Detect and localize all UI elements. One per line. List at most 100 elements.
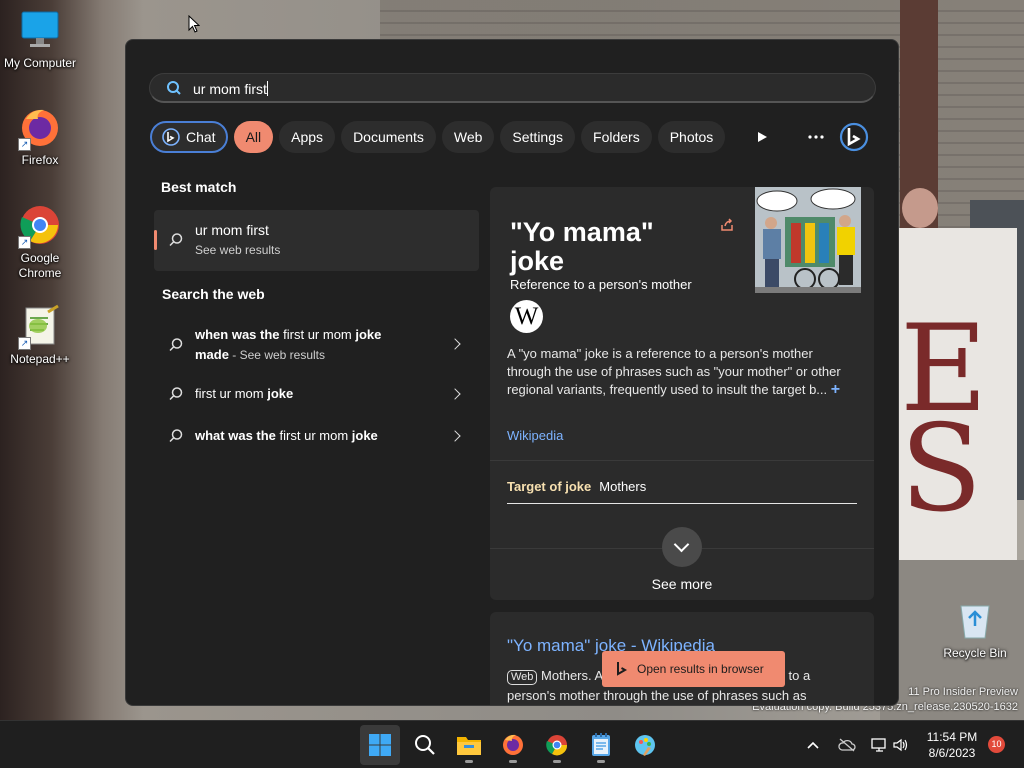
taskbar-file-explorer[interactable] [449,725,489,765]
card-description-text: A "yo mama" joke is a reference to a per… [507,346,841,397]
filter-folders-label: Folders [593,129,640,145]
snippet-text-line2: person's mother through the use of phras… [507,688,807,703]
card-thumbnail-image[interactable] [755,187,861,293]
filter-settings-label: Settings [512,129,564,145]
clock-button[interactable]: 11:54 PM 8/6/2023 [916,729,988,761]
suggestion-text-bold: what was the [195,428,280,443]
taskbar-paint[interactable] [625,725,665,765]
desktop-icon-label: Google Chrome [18,251,62,280]
see-more-label[interactable]: See more [490,576,874,592]
chevron-right-icon [449,430,461,442]
filter-all[interactable]: All [233,121,274,153]
filter-apps[interactable]: Apps [279,121,336,153]
open-in-browser-label: Open results in browser [637,662,764,676]
best-match-item[interactable]: ur mom first See web results [154,210,479,271]
search-icon [415,735,435,755]
wallpaper-sign-letter: ES [900,310,988,530]
filter-chat-label: Chat [186,129,216,145]
taskbar-firefox[interactable] [493,725,533,765]
web-suggestion-3[interactable]: what was the first ur mom joke [154,426,479,448]
speaker-icon [893,738,908,752]
desktop-icon-label: Recycle Bin [943,646,1007,660]
notification-badge[interactable]: 10 [988,736,1005,753]
running-indicator [553,760,561,763]
search-icon [169,387,183,401]
desktop-icon-firefox[interactable]: ↗ Firefox [0,105,80,168]
more-filters-button[interactable] [746,121,778,153]
notepad-plus-plus-icon: ↗ [18,304,62,350]
monitor-icon [18,8,62,52]
best-match-subtitle: See web results [195,243,281,257]
desktop-icon-my-computer[interactable]: My Computer [0,8,80,71]
onedrive-status-button[interactable] [838,721,856,768]
filter-photos[interactable]: Photos [657,121,726,153]
folder-icon [457,737,481,755]
card-title: "Yo mama" joke [510,217,654,276]
desktop-icon-label: Firefox [21,153,59,167]
best-match-heading: Best match [161,179,237,195]
recycle-bin-icon [953,598,997,642]
search-query[interactable]: ur mom first [193,81,268,97]
wikipedia-logo-icon[interactable]: W [510,300,543,333]
suggestion-text-bold: made [195,347,229,362]
wallpaper-person [902,188,938,228]
start-button[interactable] [360,725,400,765]
chevron-right-icon [449,338,461,350]
filter-web[interactable]: Web [441,121,495,153]
play-icon [758,132,767,142]
best-match-title: ur mom first [195,222,269,238]
windows-logo-icon [369,734,391,756]
filter-documents[interactable]: Documents [341,121,436,153]
shortcut-arrow-icon: ↗ [18,337,31,350]
filter-documents-label: Documents [353,129,424,145]
search-icon [169,429,183,443]
filter-folders[interactable]: Folders [581,121,652,153]
filter-chat[interactable]: Chat [150,121,228,153]
show-hidden-icons-button[interactable] [806,721,820,768]
cloud-offline-icon [838,738,856,752]
desktop-icon-google-chrome[interactable]: ↗ Google Chrome [0,203,80,281]
card-source-link[interactable]: Wikipedia [507,428,563,443]
card-fact-row: Target of joke Mothers [507,479,646,494]
expand-description-icon[interactable]: + [831,381,840,398]
ethernet-icon [871,738,886,752]
knowledge-card: "Yo mama" joke Reference to a person's m… [490,187,874,600]
search-input[interactable]: ur mom first [149,73,876,103]
filter-apps-label: Apps [291,129,324,145]
taskbar-chrome[interactable] [537,725,577,765]
text-caret [266,81,268,96]
suggestion-text-bold: when was the [195,327,284,342]
options-button[interactable] [800,121,832,153]
open-in-browser-button[interactable]: Open results in browser [602,651,785,687]
see-more-chevron-button[interactable] [662,527,702,567]
taskbar-search-button[interactable] [405,725,445,765]
suggestion-text: first ur mom [279,428,352,443]
web-suggestion-1[interactable]: when was the first ur mom joke made - Se… [154,325,479,365]
mouse-cursor-icon [188,15,200,33]
suggestion-text-bold: joke [267,386,294,401]
filter-settings[interactable]: Settings [500,121,576,153]
volume-button[interactable] [893,721,909,768]
chrome-icon: ↗ [18,203,62,249]
suggestion-text-bold: joke [351,428,378,443]
desktop-icon-recycle-bin[interactable]: Recycle Bin [935,598,1015,661]
bing-logo-icon [617,662,628,676]
filter-web-label: Web [453,129,483,145]
shortcut-arrow-icon: ↗ [18,138,31,151]
more-options-icon [808,135,824,139]
taskbar-notepad[interactable] [581,725,621,765]
fact-underline [507,503,857,504]
search-the-web-heading: Search the web [162,286,265,302]
bing-chat-icon [162,128,180,146]
desktop-icon-label: Notepad++ [10,352,70,366]
web-suggestion-2[interactable]: first ur mom joke [154,384,479,406]
network-button[interactable] [870,721,888,768]
fact-value[interactable]: Mothers [599,479,646,494]
divider [490,460,874,461]
snippet-text-start: Mothers. A [541,668,603,683]
bing-button[interactable] [838,121,870,153]
search-panel: ur mom first Chat All Apps Documents Web… [125,39,899,706]
chevron-up-icon [807,741,819,749]
share-icon[interactable] [719,217,735,233]
desktop-icon-notepad-plus-plus[interactable]: ↗ Notepad++ [0,304,80,367]
